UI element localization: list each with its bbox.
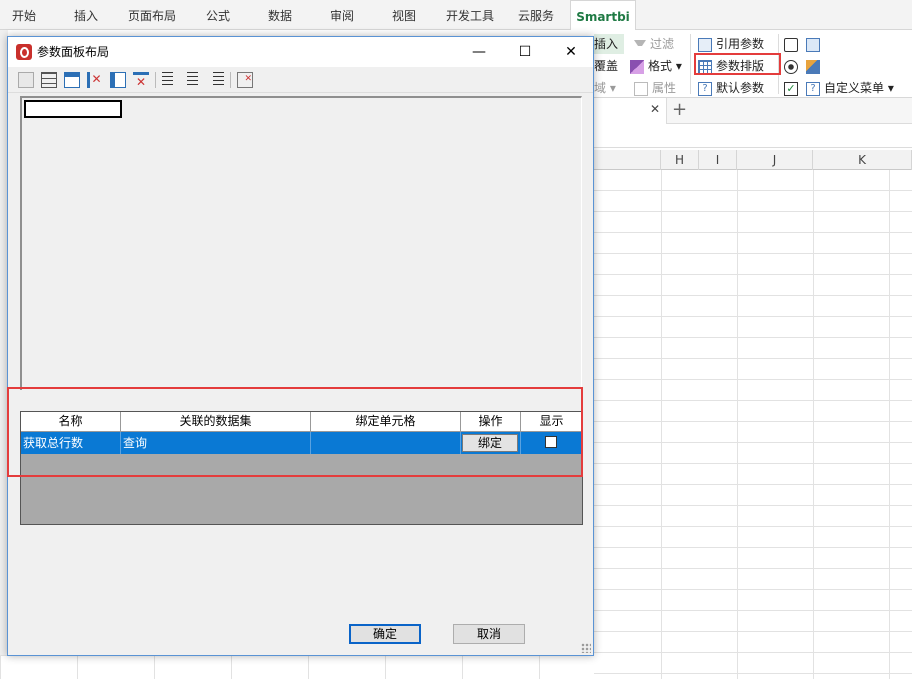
clear-layout-icon[interactable]: ✕ [237, 72, 253, 88]
insert-row-icon[interactable] [64, 72, 80, 88]
spreadsheet-grid-bottom[interactable] [0, 655, 594, 679]
delete-column-icon[interactable]: ✕ [133, 72, 149, 89]
tab-view[interactable]: 视图 [382, 0, 426, 30]
workbook-tab-strip: ✕ + [594, 98, 912, 124]
filter-label: 过滤 [650, 37, 675, 51]
tab-formulas[interactable]: 公式 [196, 0, 240, 30]
dialog-toolbar: ✕ ✕ ✕ [8, 67, 593, 93]
dialog-title: 参数面板布局 [37, 45, 110, 59]
dropdown-control-button[interactable] [806, 34, 824, 54]
spreadsheet-grid[interactable] [594, 170, 912, 679]
tab-smartbi[interactable]: Smartbi [570, 0, 636, 32]
tab-cloud-service[interactable]: 云服务 [510, 0, 562, 30]
tab-review[interactable]: 审阅 [320, 0, 364, 30]
radio-control-button[interactable] [784, 56, 802, 76]
format-button[interactable]: 格式 ▾ [630, 56, 682, 76]
new-tab-icon[interactable]: + [672, 99, 687, 120]
formula-bar[interactable] [594, 124, 912, 148]
layout-canvas[interactable] [20, 96, 582, 390]
default-param-label: 默认参数 [716, 81, 765, 95]
resize-grip-icon[interactable] [581, 643, 591, 653]
field-label: 域 [594, 81, 607, 95]
dropdown-list-icon [806, 37, 820, 52]
checkbox-icon: ✓ [784, 81, 798, 96]
align-center-icon[interactable] [185, 72, 201, 88]
dialog-titlebar[interactable]: 参数面板布局 — ☐ ✕ [8, 37, 593, 67]
minimize-button[interactable]: — [456, 37, 502, 67]
field-button-partial[interactable]: 域 ▾ [594, 78, 616, 98]
column-header-k[interactable]: K [813, 150, 912, 170]
tab-page-layout[interactable]: 页面布局 [120, 0, 184, 30]
ref-param-icon [698, 37, 712, 52]
checkbox-control-button[interactable]: ✓ [784, 78, 802, 98]
funnel-icon [634, 39, 646, 50]
highlight-binding-table [7, 387, 583, 477]
property-label: 属性 [652, 81, 677, 95]
help-icon: ? [806, 81, 820, 96]
insert-button-partial[interactable]: 插入 [594, 34, 625, 54]
format-brush-icon [630, 59, 644, 74]
format-label: 格式 [648, 59, 673, 73]
column-headers: H I J K [594, 150, 912, 170]
textbox-icon [784, 37, 798, 52]
delete-row-icon[interactable]: ✕ [87, 72, 103, 88]
insert-column-icon[interactable] [110, 72, 126, 88]
column-header-i[interactable]: I [699, 150, 737, 170]
radio-icon [784, 59, 798, 74]
tab-developer[interactable]: 开发工具 [440, 0, 500, 30]
app-logo-icon [16, 44, 32, 60]
textbox-control-button[interactable] [784, 34, 802, 54]
overwrite-button-partial[interactable]: 覆盖 [594, 56, 618, 76]
param-panel-layout-dialog: 参数面板布局 — ☐ ✕ ✕ ✕ ✕ 名称 关联的数据集 绑定单元格 操作 显示… [7, 36, 594, 656]
ref-param-label: 引用参数 [716, 37, 765, 51]
close-tab-icon[interactable]: ✕ [650, 102, 660, 116]
align-left-icon[interactable] [162, 72, 178, 88]
column-header-j[interactable]: J [737, 150, 813, 170]
maximize-button[interactable]: ☐ [502, 37, 548, 67]
merge-icon[interactable] [18, 72, 34, 88]
close-button[interactable]: ✕ [548, 37, 594, 67]
column-header-h[interactable]: H [661, 150, 699, 170]
custom-menu-label: 自定义菜单 [824, 81, 885, 95]
tree-icon [806, 59, 820, 74]
highlight-param-layout [694, 53, 781, 75]
tab-home[interactable]: 开始 [0, 0, 48, 30]
property-button[interactable]: 属性 [634, 78, 676, 98]
cancel-button[interactable]: 取消 [453, 624, 525, 644]
tree-control-button[interactable] [806, 56, 824, 76]
selected-layout-cell[interactable] [24, 100, 122, 118]
help-icon: ? [698, 81, 712, 96]
custom-menu-button[interactable]: ? 自定义菜单 ▾ [806, 78, 894, 98]
tab-insert[interactable]: 插入 [62, 0, 110, 30]
ribbon-tab-bar: 开始 插入 页面布局 公式 数据 审阅 视图 开发工具 云服务 Smartbi [0, 0, 912, 32]
ok-button[interactable]: 确定 [349, 624, 421, 644]
default-param-button[interactable]: ? 默认参数 [698, 78, 764, 98]
tab-data[interactable]: 数据 [258, 0, 302, 30]
table-icon[interactable] [41, 72, 57, 88]
filter-button[interactable]: 过滤 [634, 34, 674, 54]
align-right-icon[interactable] [208, 72, 224, 88]
ref-param-button[interactable]: 引用参数 [698, 34, 764, 54]
property-icon [634, 81, 648, 96]
